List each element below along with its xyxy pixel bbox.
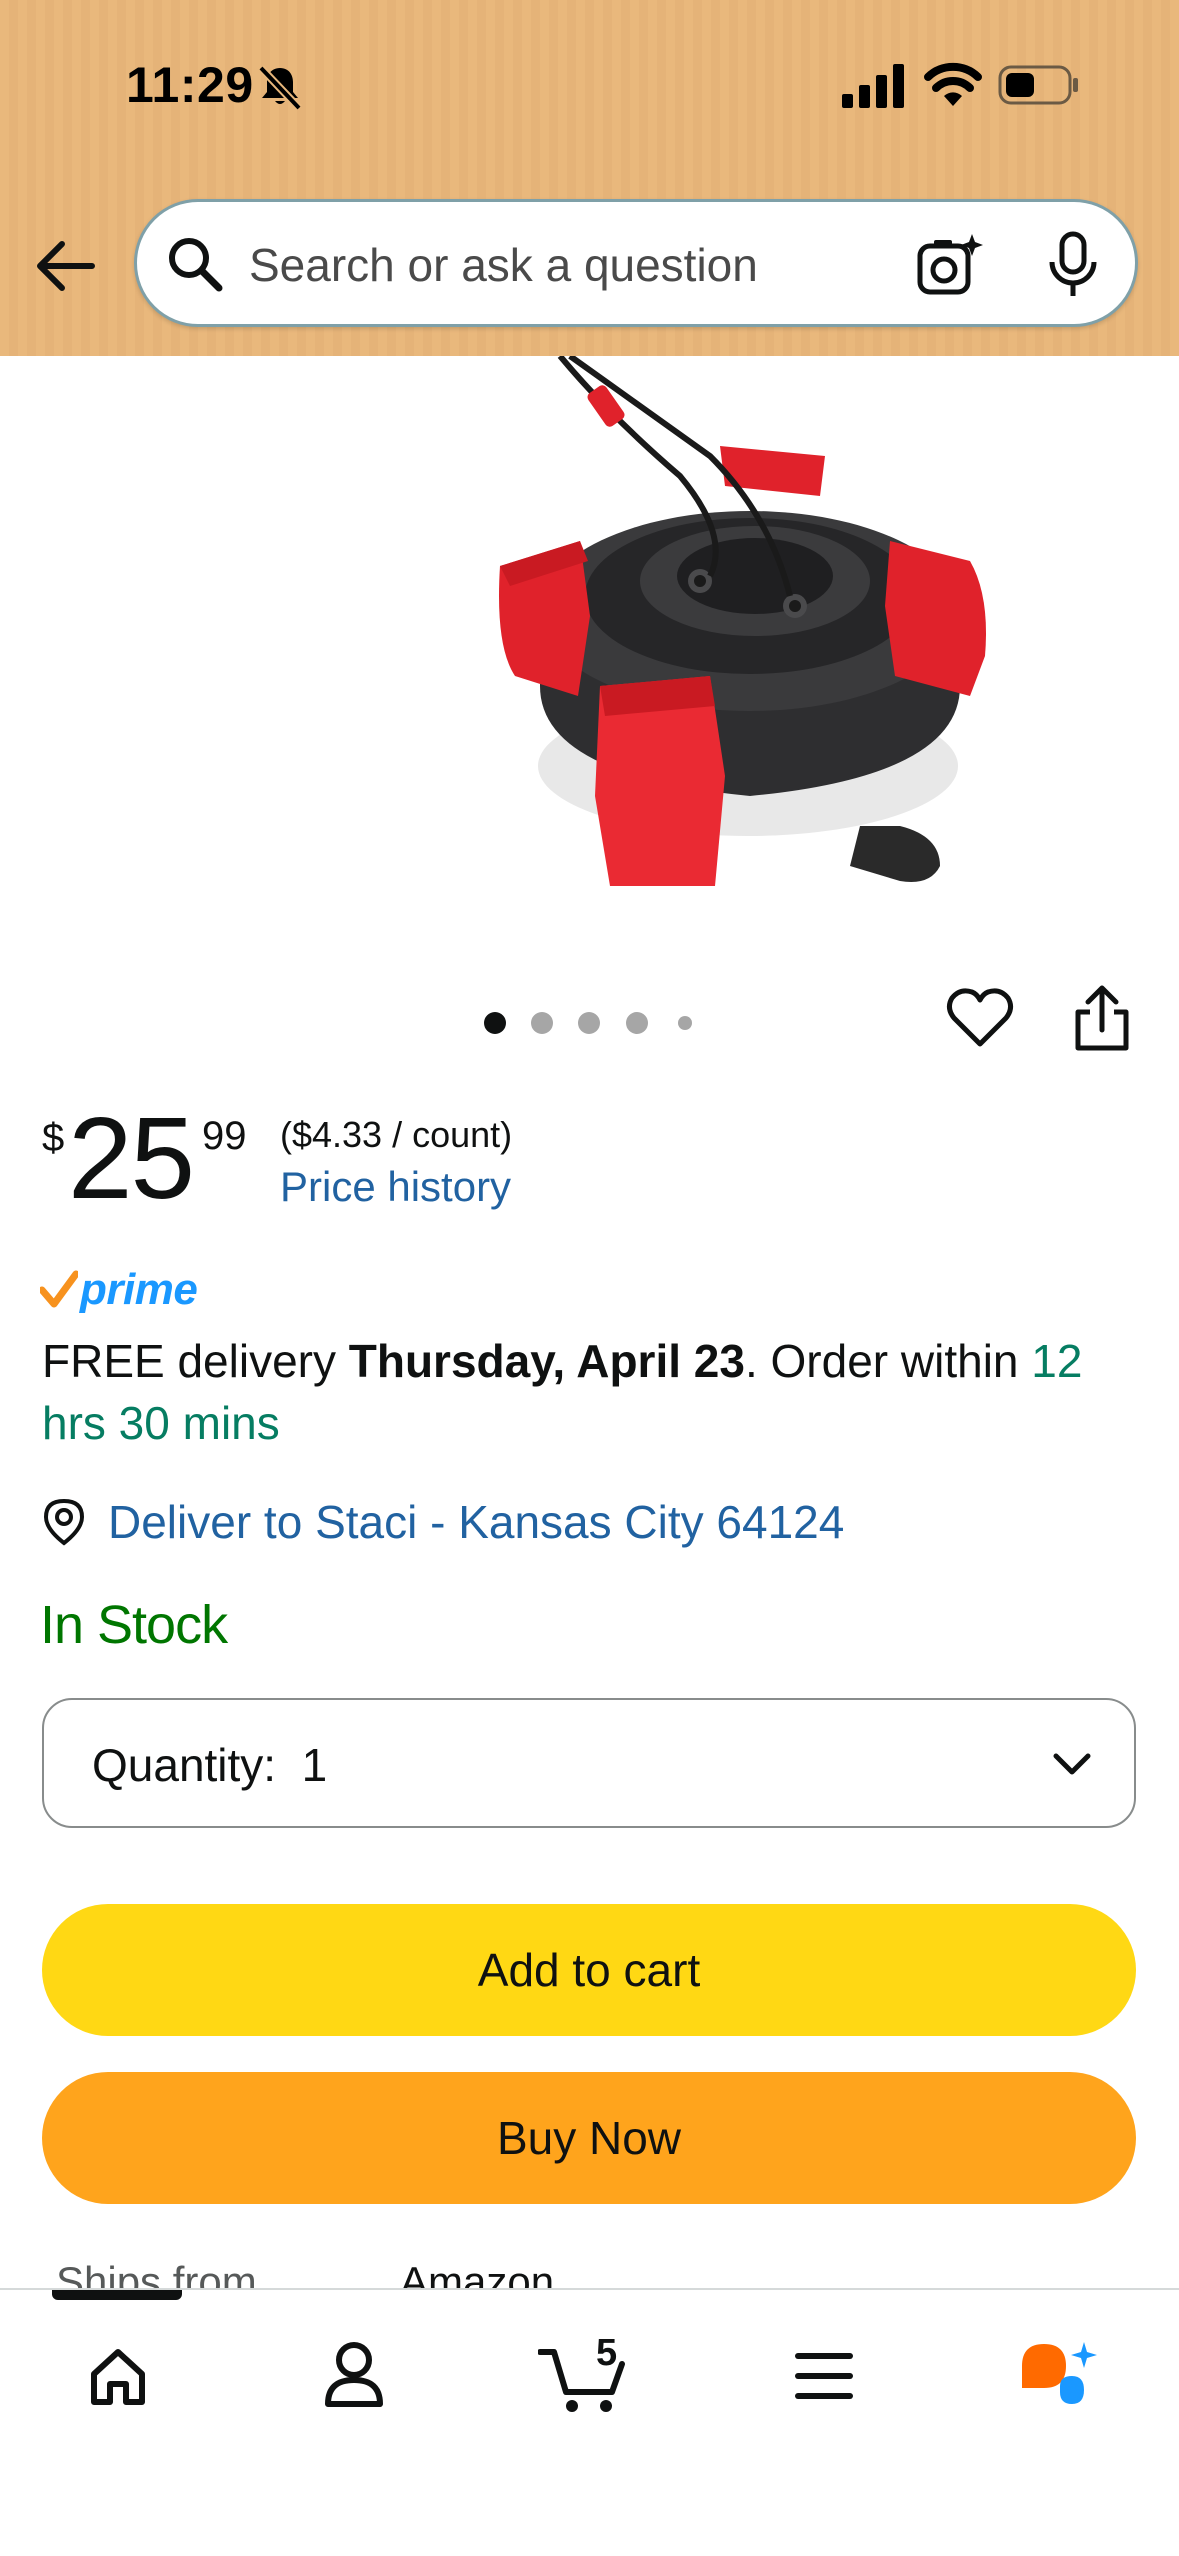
carousel-dot[interactable] <box>626 1012 648 1034</box>
back-arrow-icon[interactable] <box>34 236 98 296</box>
battery-icon <box>998 65 1078 105</box>
unit-price: ($4.33 / count) <box>280 1114 513 1155</box>
prime-label: prime <box>80 1265 198 1314</box>
quantity-label: Quantity: 1 <box>92 1739 328 1791</box>
price-whole: 25 <box>68 1093 195 1223</box>
wishlist-heart-icon[interactable] <box>946 986 1014 1050</box>
deliver-to-text[interactable]: Deliver to Staci - Kansas City 64124 <box>108 1495 844 1549</box>
camera-search-icon[interactable] <box>914 230 984 300</box>
search-icon <box>169 238 223 292</box>
share-icon[interactable] <box>1070 984 1134 1054</box>
active-tab-indicator <box>52 2290 182 2300</box>
prime-check-icon <box>40 1270 78 1308</box>
price-currency-symbol: $ <box>42 1116 65 1160</box>
ships-from-value: Amazon <box>400 2258 555 2290</box>
wifi-icon <box>924 62 982 106</box>
price-history-link[interactable]: Price history <box>280 1163 511 1211</box>
location-pin-icon <box>43 1498 85 1546</box>
price-fraction: 99 <box>202 1114 247 1158</box>
delivery-info: FREE delivery Thursday, April 23. Order … <box>42 1330 1142 1454</box>
search-input[interactable] <box>247 224 931 306</box>
delivery-middle: . Order within <box>744 1335 1032 1387</box>
nav-account[interactable] <box>304 2332 404 2422</box>
home-icon <box>91 2349 145 2405</box>
microphone-icon[interactable] <box>1043 230 1103 300</box>
rufus-assistant-icon <box>1022 2342 1097 2404</box>
ships-from-row: Ships from Amazon <box>0 2240 1179 2290</box>
buy-now-button[interactable]: Buy Now <box>42 2072 1136 2204</box>
header: 11:29 <box>0 0 1179 356</box>
search-bar[interactable] <box>134 199 1138 327</box>
status-time: 11:29 <box>126 57 254 113</box>
account-icon <box>325 2342 383 2407</box>
nav-rufus-assistant[interactable] <box>1008 2332 1108 2422</box>
product-image[interactable] <box>470 356 1030 906</box>
carousel-dot[interactable] <box>531 1012 553 1034</box>
prime-badge: prime <box>40 1265 198 1314</box>
bell-muted-icon <box>258 65 302 111</box>
stock-status: In Stock <box>40 1595 228 1655</box>
carousel-dot[interactable] <box>578 1012 600 1034</box>
delivery-prefix: FREE delivery <box>42 1335 349 1387</box>
carousel-dot[interactable] <box>678 1016 692 1030</box>
nav-cart[interactable]: 5 <box>538 2332 640 2422</box>
nav-home[interactable] <box>68 2332 168 2422</box>
bottom-navigation: 5 <box>0 2288 1179 2556</box>
product-page: 11:29 Search or ask a question $ 25 99 (… <box>0 0 1179 2556</box>
ships-from-label: Ships from <box>56 2258 257 2290</box>
nav-menu[interactable] <box>774 2332 874 2422</box>
deliver-to-location[interactable]: Deliver to Staci - Kansas City 64124 <box>40 1492 844 1552</box>
cellular-signal-icon <box>842 64 904 108</box>
add-to-cart-button[interactable]: Add to cart <box>42 1904 1136 2036</box>
menu-icon <box>795 2353 853 2399</box>
chevron-down-icon <box>1053 1753 1091 1775</box>
cart-count-badge: 5 <box>596 2332 618 2374</box>
quantity-dropdown[interactable]: Quantity: 1 <box>42 1698 1136 1828</box>
carousel-dot-active[interactable] <box>484 1012 506 1034</box>
delivery-date: Thursday, April 23 <box>348 1335 745 1387</box>
quantity-value: 1 <box>301 1739 328 1791</box>
